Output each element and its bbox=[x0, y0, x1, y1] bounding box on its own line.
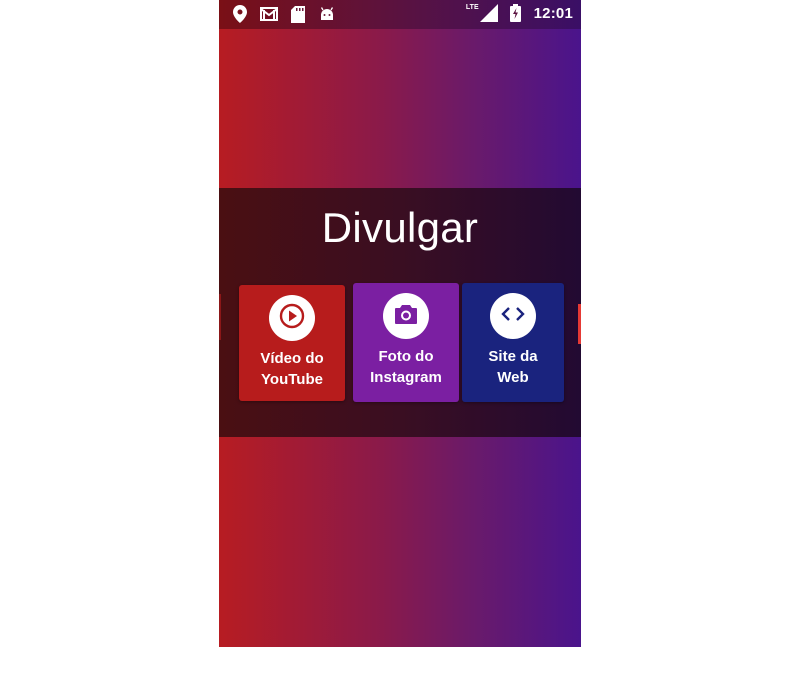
status-bar: LTE 12:01 bbox=[219, 0, 581, 29]
android-icon bbox=[318, 5, 336, 23]
battery-charging-icon bbox=[507, 4, 525, 22]
play-icon bbox=[279, 303, 305, 334]
status-bar-left-icons bbox=[231, 5, 336, 23]
instagram-icon-circle bbox=[383, 293, 429, 339]
camera-icon bbox=[394, 303, 418, 330]
code-icon bbox=[501, 306, 525, 327]
phone-screen: LTE 12:01 Divulgar Vídeo do YouTube Foto… bbox=[219, 0, 581, 647]
gmail-icon bbox=[260, 5, 278, 23]
youtube-video-card[interactable]: Vídeo do YouTube bbox=[239, 285, 345, 401]
youtube-icon-circle bbox=[269, 295, 315, 341]
network-type-label: LTE bbox=[465, 3, 479, 11]
sd-card-icon bbox=[289, 5, 307, 23]
instagram-photo-label: Foto do Instagram bbox=[370, 348, 442, 386]
website-card[interactable]: Site da Web bbox=[462, 283, 564, 402]
website-icon-circle bbox=[490, 293, 536, 339]
location-icon bbox=[231, 5, 249, 23]
signal-icon bbox=[479, 4, 498, 22]
share-panel: Divulgar Vídeo do YouTube Foto do Instag… bbox=[219, 188, 581, 437]
carousel-peek-left bbox=[219, 294, 221, 340]
page-title: Divulgar bbox=[321, 204, 479, 251]
instagram-photo-card[interactable]: Foto do Instagram bbox=[353, 283, 459, 402]
status-time: 12:01 bbox=[533, 4, 573, 22]
youtube-video-label: Vídeo do YouTube bbox=[260, 350, 324, 388]
website-label: Site da Web bbox=[488, 348, 538, 386]
status-bar-right-icons: LTE 12:01 bbox=[466, 4, 573, 22]
carousel-peek-right bbox=[578, 304, 581, 344]
